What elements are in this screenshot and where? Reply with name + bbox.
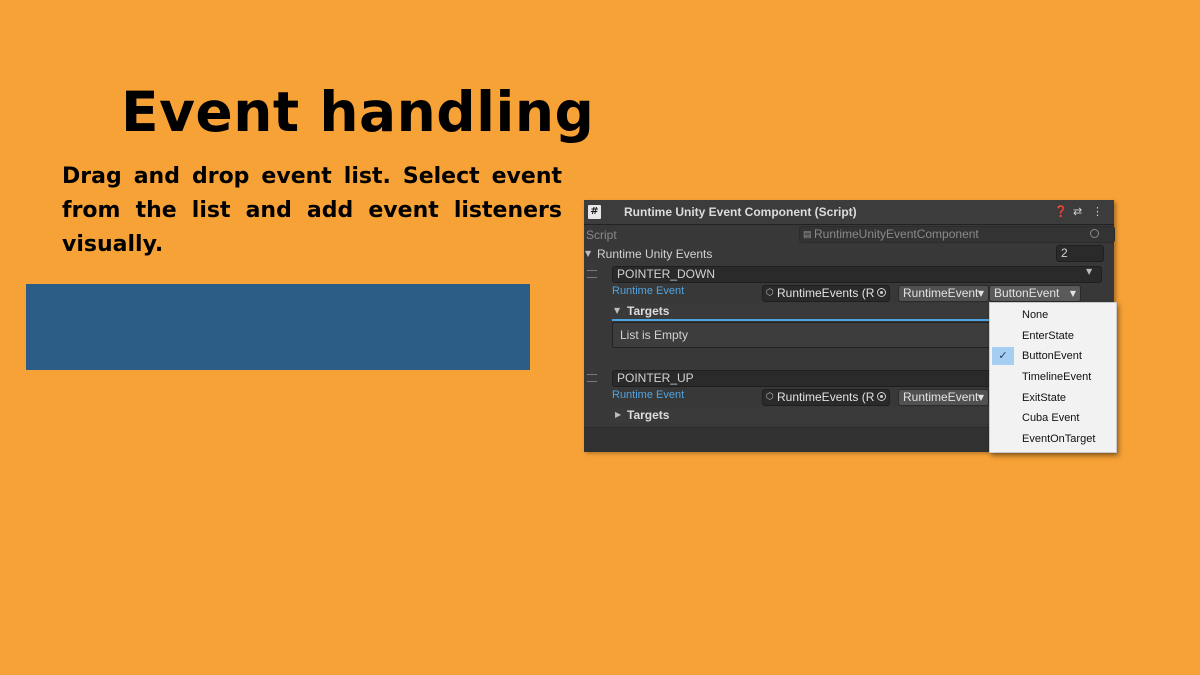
cube-icon: ⬡ xyxy=(766,288,774,298)
events-list-label[interactable]: Runtime Unity Events xyxy=(597,247,712,261)
object-picker-icon[interactable] xyxy=(1090,229,1099,238)
event-name-dropdown[interactable]: ButtonEvent ▼ xyxy=(989,285,1081,302)
dropdown-caret-icon: ▼ xyxy=(977,289,984,298)
event-type-value: RuntimeEvent xyxy=(903,286,979,300)
foldout-arrow-icon[interactable]: ▶ xyxy=(615,410,621,419)
targets-header[interactable]: Targets xyxy=(627,408,669,422)
file-icon: ▤ xyxy=(803,229,812,239)
dropdown-caret-icon: ▼ xyxy=(1069,289,1076,298)
help-icon[interactable]: ❓ xyxy=(1054,205,1068,219)
object-picker-icon[interactable] xyxy=(877,288,886,297)
element-selection-bg xyxy=(26,284,530,370)
menu-item-none[interactable]: None xyxy=(990,305,1116,325)
cube-icon: ⬡ xyxy=(766,392,774,402)
runtime-events-object-field[interactable]: ⬡ RuntimeEvents (R xyxy=(762,285,890,302)
inspector-footer xyxy=(584,427,989,452)
runtime-event-label: Runtime Event xyxy=(612,285,685,297)
menu-item-timelineevent[interactable]: TimelineEvent xyxy=(990,367,1116,387)
targets-header[interactable]: Targets xyxy=(627,304,669,318)
runtime-events-object-field[interactable]: ⬡ RuntimeEvents (R xyxy=(762,389,890,406)
script-field-value: RuntimeUnityEventComponent xyxy=(814,227,979,241)
object-field-value: RuntimeEvents (R xyxy=(777,390,875,404)
foldout-arrow-icon[interactable]: ▼ xyxy=(614,306,620,315)
list-size-field[interactable]: 2 xyxy=(1056,245,1104,262)
event-type-dropdown[interactable]: RuntimeEvent ▼ xyxy=(898,389,989,406)
event-name-value: ButtonEvent xyxy=(994,286,1060,300)
targets-empty-box: List is Empty xyxy=(612,322,992,348)
script-label: Script xyxy=(586,228,617,242)
more-icon[interactable]: ⋮ xyxy=(1092,205,1103,219)
list-empty-text: List is Empty xyxy=(620,328,689,342)
targets-accent-line xyxy=(612,319,990,321)
event-name-field[interactable]: POINTER_DOWN xyxy=(612,266,1102,283)
runtime-event-label: Runtime Event xyxy=(612,389,685,401)
menu-item-exitstate[interactable]: ExitState xyxy=(990,388,1116,408)
checkmark-icon: ✓ xyxy=(992,347,1014,365)
event-dropdown-menu: None EnterState ✓ ButtonEvent TimelineEv… xyxy=(989,302,1117,453)
menu-item-eventontarget[interactable]: EventOnTarget xyxy=(990,429,1116,449)
slide-description: Drag and drop event list. Select event f… xyxy=(62,164,562,257)
menu-item-cuba-event[interactable]: Cuba Event xyxy=(990,408,1116,428)
event-type-dropdown[interactable]: RuntimeEvent ▼ xyxy=(898,285,989,302)
script-icon: # xyxy=(588,205,601,219)
chevron-down-icon[interactable]: ▼ xyxy=(1086,267,1092,276)
object-field-value: RuntimeEvents (R xyxy=(777,286,875,300)
script-field: ▤ RuntimeUnityEventComponent xyxy=(799,226,1115,243)
object-picker-icon[interactable] xyxy=(877,392,886,401)
preset-icon[interactable]: ⇄ xyxy=(1073,205,1082,219)
component-header[interactable]: # Runtime Unity Event Component (Script)… xyxy=(584,200,1114,225)
dropdown-caret-icon: ▼ xyxy=(977,393,984,402)
drag-handle-icon[interactable] xyxy=(587,270,597,278)
menu-item-enterstate[interactable]: EnterState xyxy=(990,326,1116,346)
event-type-value: RuntimeEvent xyxy=(903,390,979,404)
menu-item-buttonevent[interactable]: ✓ ButtonEvent xyxy=(990,346,1116,366)
component-title: Runtime Unity Event Component (Script) xyxy=(624,205,857,219)
drag-handle-icon[interactable] xyxy=(587,374,597,382)
slide-title: Event handling xyxy=(121,80,595,144)
foldout-arrow-icon[interactable]: ▼ xyxy=(585,249,591,258)
